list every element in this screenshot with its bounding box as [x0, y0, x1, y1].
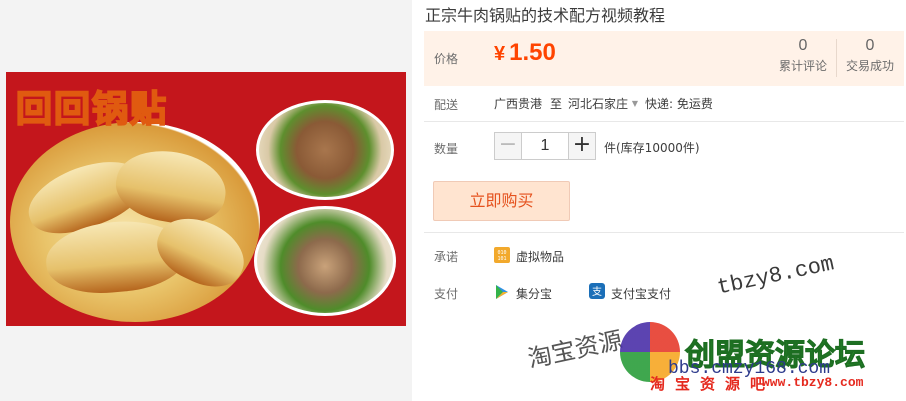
- sales-count-label: 交易成功: [845, 59, 894, 73]
- review-count-label: 累计评论: [778, 59, 827, 73]
- stock-info: 件(库存10000件): [604, 141, 700, 155]
- product-title: 正宗牛肉锅贴的技术配方视频教程: [425, 6, 666, 25]
- shipping-to-word: 至: [550, 97, 563, 111]
- divider: [424, 232, 904, 233]
- soup-bowl-illustration: [254, 206, 396, 316]
- buy-now-button[interactable]: 立即购买: [433, 181, 570, 221]
- watermark-taobao-text: 淘宝资源: [525, 325, 625, 374]
- image-title-text: 回回锅贴: [15, 88, 169, 131]
- review-count: 0: [798, 37, 808, 54]
- payment-method-alipay[interactable]: 支付宝支付: [611, 285, 671, 302]
- currency-symbol: ¥: [494, 43, 506, 65]
- sales-count: 0: [865, 37, 875, 54]
- svg-text:支: 支: [592, 286, 602, 298]
- svg-text:101: 101: [497, 256, 506, 262]
- quantity-input[interactable]: [522, 132, 568, 160]
- review-count-stat[interactable]: 0 累计评论: [770, 37, 836, 74]
- payment-label: 支付: [434, 287, 459, 301]
- watermark-red-text: 淘宝资源吧: [650, 375, 776, 393]
- price-label: 价格: [434, 52, 459, 66]
- shipping-method: 快递: 免运费: [645, 97, 713, 111]
- shipping-from: 广西贵港: [494, 97, 543, 111]
- sales-count-stat[interactable]: 0 交易成功: [837, 37, 903, 74]
- image-panel: 回回锅贴: [0, 0, 412, 401]
- soup-bowl-illustration: [256, 100, 394, 200]
- shipping-destination-select[interactable]: 河北石家庄 ▼: [568, 95, 638, 112]
- chevron-down-icon: ▼: [631, 99, 638, 108]
- quantity-label: 数量: [434, 142, 459, 156]
- divider: [424, 121, 904, 122]
- jifenbao-icon: [494, 284, 510, 300]
- payment-method-jifenbao[interactable]: 集分宝: [516, 285, 552, 302]
- promise-label: 承诺: [434, 250, 459, 264]
- promise-text[interactable]: 虚拟物品: [516, 248, 564, 265]
- price-amount: 1.50: [509, 39, 556, 66]
- shipping-destination: 河北石家庄: [568, 97, 629, 111]
- quantity-stepper: − +: [494, 132, 596, 160]
- watermark-url-top: tbzy8.com: [715, 251, 837, 301]
- alipay-icon: 支: [589, 283, 605, 299]
- watermark-url-bottom: www.tbzy8.com: [762, 375, 864, 390]
- product-main-image[interactable]: 回回锅贴: [6, 72, 406, 326]
- price-value: ¥1.50: [494, 39, 556, 67]
- shipping-label: 配送: [434, 98, 459, 112]
- increase-quantity-button[interactable]: +: [568, 132, 596, 160]
- decrease-quantity-button[interactable]: −: [494, 132, 522, 160]
- price-box: 价格 ¥1.50 0 累计评论 0 交易成功: [424, 31, 904, 86]
- virtual-goods-icon: 010 101: [494, 247, 510, 263]
